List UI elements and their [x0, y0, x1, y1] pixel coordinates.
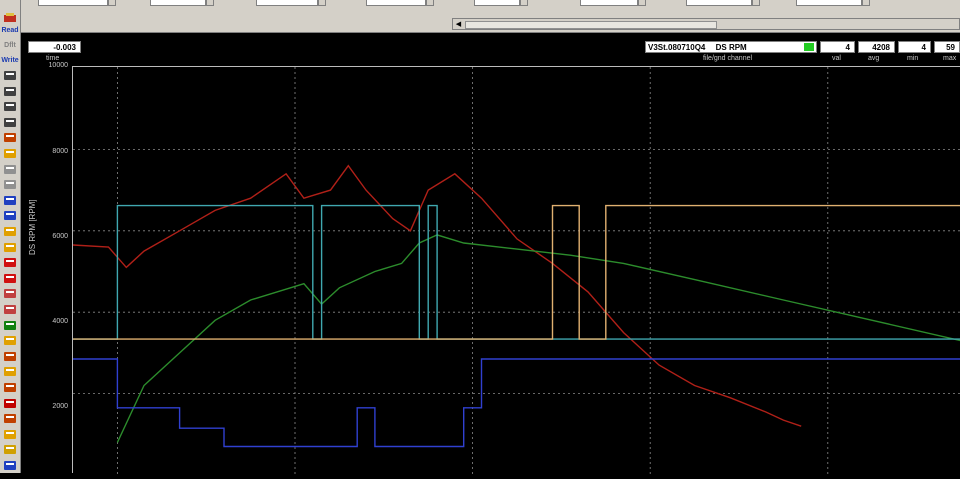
channel-select-5[interactable]	[474, 0, 520, 6]
refresh-icon[interactable]	[3, 351, 17, 362]
keyboard-icon[interactable]	[3, 398, 17, 409]
gauge-icon[interactable]	[3, 320, 17, 331]
copy-icon[interactable]	[3, 86, 17, 97]
dropdown-arrow-2[interactable]	[206, 0, 214, 6]
flame-icon[interactable]	[3, 335, 17, 346]
stat-min: 4	[898, 41, 931, 53]
read-button[interactable]: Read	[0, 27, 20, 34]
screen-icon[interactable]	[3, 179, 17, 190]
min-label: min	[907, 55, 919, 62]
channel-select-3[interactable]	[256, 0, 318, 6]
channel-selector[interactable]: V3St.080710Q4 DS RPM	[645, 41, 817, 53]
y-tick-label: 2000	[52, 403, 68, 410]
screen-icon[interactable]	[3, 164, 17, 175]
max-label: max	[943, 55, 957, 62]
dropdown-arrow-7[interactable]	[752, 0, 760, 6]
chart-icon[interactable]	[3, 288, 17, 299]
y-tick-label: 8000	[52, 148, 68, 155]
horizontal-scrollbar[interactable]: ◀	[452, 18, 960, 30]
document-icon[interactable]	[3, 101, 17, 112]
top-control-bar: ◀	[0, 0, 960, 33]
channel-select-2[interactable]	[150, 0, 206, 6]
print-icon[interactable]	[3, 70, 17, 81]
dropdown-arrow-1[interactable]	[108, 0, 116, 6]
series-line-4	[73, 358, 960, 448]
stat-avg: 4208	[858, 41, 895, 53]
left-toolbar: Read Dflt Write	[0, 0, 21, 473]
zoom-in-icon[interactable]	[3, 195, 17, 206]
y-tick-label: 4000	[52, 318, 68, 325]
dropdown-arrow-4[interactable]	[426, 0, 434, 6]
file-name: V3St.080710Q4	[648, 43, 706, 52]
dropdown-arrow-3[interactable]	[318, 0, 326, 6]
dropdown-arrow-5[interactable]	[520, 0, 528, 6]
folder-icon[interactable]	[3, 148, 17, 159]
y-tick-label: 6000	[52, 233, 68, 240]
cursor-time-value: -0.003	[28, 41, 81, 53]
file-gnd-channel-label: file/gnd channel	[703, 55, 753, 62]
dropdown-arrow-6[interactable]	[638, 0, 646, 6]
channel-name: DS RPM	[715, 43, 747, 52]
channel-select-1[interactable]	[38, 0, 108, 6]
scroll-left-icon[interactable]: ◀	[454, 20, 463, 29]
flame-icon[interactable]	[3, 366, 17, 377]
dropdown-arrow-8[interactable]	[862, 0, 870, 6]
default-button[interactable]: Dflt	[0, 42, 20, 49]
arrow-left-icon[interactable]	[3, 257, 17, 268]
channel-select-7[interactable]	[686, 0, 752, 6]
rpm-chart	[72, 67, 960, 474]
channel-select-4[interactable]	[366, 0, 426, 6]
waveform-icon[interactable]	[3, 242, 17, 253]
open-file-icon[interactable]	[3, 12, 17, 23]
zoom-out-icon[interactable]	[3, 210, 17, 221]
series-line-3	[73, 204, 960, 340]
y-axis-label: DS RPM [RPM]	[28, 199, 37, 255]
flame-icon[interactable]	[3, 429, 17, 440]
refresh-icon[interactable]	[3, 413, 17, 424]
chart-icon[interactable]	[3, 304, 17, 315]
stat-val: 4	[820, 41, 855, 53]
channel-status-indicator	[804, 43, 814, 51]
scroll-thumb[interactable]	[465, 21, 717, 29]
channel-select-6[interactable]	[580, 0, 638, 6]
chart-plot-area[interactable]	[72, 66, 960, 474]
eraser-icon[interactable]	[3, 117, 17, 128]
tire-icon[interactable]	[3, 444, 17, 455]
refresh-icon[interactable]	[3, 382, 17, 393]
data-icon[interactable]	[3, 132, 17, 143]
channel-select-8[interactable]	[796, 0, 862, 6]
help-icon[interactable]	[3, 460, 17, 471]
y-tick-label: 10000	[48, 62, 68, 69]
arrow-right-icon[interactable]	[3, 273, 17, 284]
waveform-icon[interactable]	[3, 226, 17, 237]
val-label: val	[832, 55, 841, 62]
avg-label: avg	[868, 55, 880, 62]
series-line-2	[73, 204, 960, 340]
write-button[interactable]: Write	[0, 57, 20, 64]
stat-max: 59	[934, 41, 960, 53]
